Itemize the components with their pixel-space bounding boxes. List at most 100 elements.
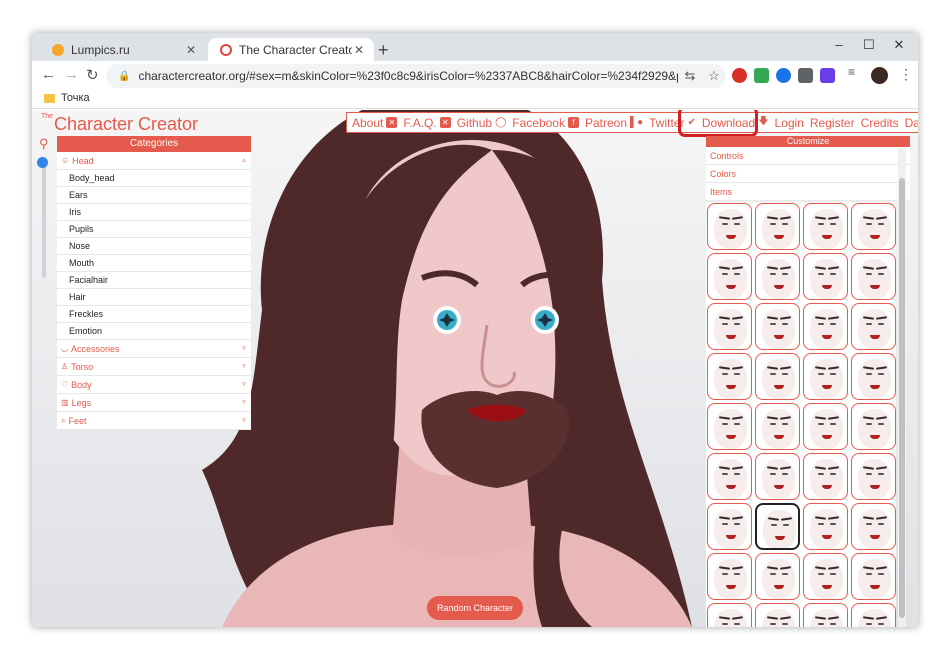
nav-github[interactable]: Github ◯ [454, 116, 510, 130]
nav-dark[interactable]: Dark [902, 116, 918, 130]
emotion-item-thumbnail[interactable] [755, 553, 800, 600]
emotion-item-thumbnail[interactable] [707, 453, 752, 500]
emotion-item-thumbnail[interactable] [707, 203, 752, 250]
nav-about[interactable]: About ✕ [349, 116, 400, 130]
emotion-item-thumbnail[interactable] [707, 603, 752, 627]
head-item-body-head[interactable]: Body_head [57, 170, 251, 187]
site-logo[interactable]: Character Creator [54, 114, 198, 135]
reading-list-icon[interactable]: ≡ [848, 65, 863, 80]
reload-button[interactable]: ↻ [86, 66, 99, 84]
tab-close-icon[interactable]: ✕ [352, 43, 366, 57]
tab-close-icon[interactable]: ✕ [184, 43, 198, 57]
head-item-ears[interactable]: Ears [57, 187, 251, 204]
head-item-hair[interactable]: Hair [57, 289, 251, 306]
emotion-item-thumbnail[interactable] [803, 353, 848, 400]
nav-credits[interactable]: Credits [858, 116, 902, 130]
nav-register[interactable]: Register [807, 116, 858, 130]
emotion-item-thumbnail[interactable] [755, 453, 800, 500]
extension-music-icon[interactable] [754, 68, 769, 83]
emotion-item-thumbnail[interactable] [755, 203, 800, 250]
address-bar[interactable]: 🔒 charactercreator.org/#sex=m&skinColor=… [106, 64, 726, 88]
nav-patreon[interactable]: Patreon ▌● [582, 116, 646, 130]
face-part [762, 209, 795, 249]
emotion-item-thumbnail[interactable] [851, 403, 896, 450]
search-icon[interactable]: ⚲ [39, 136, 49, 152]
emotion-item-thumbnail[interactable] [803, 303, 848, 350]
emotion-item-thumbnail[interactable] [755, 353, 800, 400]
star-icon[interactable]: ☆ [702, 68, 726, 84]
emotion-item-thumbnail[interactable] [851, 553, 896, 600]
face-part [810, 359, 843, 399]
bookmark-tochka[interactable]: Точка [44, 92, 90, 104]
extension-cube-icon[interactable] [798, 68, 813, 83]
profile-avatar[interactable] [871, 67, 888, 84]
maximize-button[interactable]: ☐ [854, 37, 884, 53]
emotion-item-thumbnail[interactable] [803, 203, 848, 250]
category-head[interactable]: ☺ Head ▵ [57, 152, 251, 170]
tab-character-creator[interactable]: The Character Creator - Build visu ✕ [208, 38, 374, 61]
emotion-item-thumbnail[interactable] [851, 253, 896, 300]
customize-colors[interactable]: Colors ▵ [706, 165, 910, 183]
emotion-item-thumbnail[interactable] [707, 403, 752, 450]
zoom-slider-track[interactable] [42, 158, 46, 278]
new-tab-button[interactable]: + [378, 40, 389, 61]
nav-faq[interactable]: F.A.Q. ✕ [400, 116, 453, 130]
head-item-mouth[interactable]: Mouth [57, 255, 251, 272]
face-part [830, 323, 836, 325]
scrollbar-thumb[interactable] [899, 178, 905, 618]
head-item-facialhair[interactable]: Facialhair [57, 272, 251, 289]
emotion-item-thumbnail[interactable] [851, 503, 896, 550]
category-feet[interactable]: ⌕ Feet ▿ [57, 412, 251, 430]
emotion-item-thumbnail[interactable] [851, 203, 896, 250]
emotion-item-thumbnail[interactable] [755, 253, 800, 300]
category-body[interactable]: ♡ Body ▿ [57, 376, 251, 394]
head-item-iris[interactable]: Iris [57, 204, 251, 221]
minimize-button[interactable]: – [824, 37, 854, 52]
close-window-button[interactable]: ✕ [884, 37, 914, 53]
category-legs[interactable]: ▥ Legs ▿ [57, 394, 251, 412]
head-item-emotion[interactable]: Emotion [57, 323, 251, 340]
emotion-item-thumbnail[interactable] [707, 253, 752, 300]
category-accessories[interactable]: ◡ Accessories ▿ [57, 340, 251, 358]
nav-facebook[interactable]: Facebook f [509, 116, 582, 130]
emotion-item-thumbnail[interactable] [755, 403, 800, 450]
face-part [830, 623, 836, 625]
emotion-item-thumbnail[interactable] [803, 503, 848, 550]
emotion-item-thumbnail[interactable] [707, 353, 752, 400]
customize-scrollbar[interactable] [898, 148, 906, 627]
emotion-item-thumbnail[interactable] [707, 553, 752, 600]
emotion-item-thumbnail[interactable] [755, 603, 800, 627]
random-character-button[interactable]: Random Character [427, 596, 523, 620]
head-item-pupils[interactable]: Pupils [57, 221, 251, 238]
emotion-item-thumbnail[interactable] [803, 603, 848, 627]
tab-lumpics[interactable]: Lumpics.ru ✕ [40, 38, 206, 61]
extension-red-icon[interactable] [732, 68, 747, 83]
emotion-item-thumbnail[interactable] [851, 453, 896, 500]
emotion-item-thumbnail[interactable] [755, 303, 800, 350]
emotion-item-thumbnail[interactable] [851, 353, 896, 400]
emotion-item-thumbnail[interactable] [803, 453, 848, 500]
emotion-item-thumbnail[interactable] [851, 603, 896, 627]
emotion-item-thumbnail[interactable] [851, 303, 896, 350]
emotion-item-thumbnail[interactable] [803, 403, 848, 450]
head-item-freckles[interactable]: Freckles [57, 306, 251, 323]
tab-strip: Lumpics.ru ✕ The Character Creator - Bui… [32, 33, 918, 61]
menu-dots-icon[interactable]: ⋮ [899, 66, 913, 83]
head-item-nose[interactable]: Nose [57, 238, 251, 255]
nav-login[interactable]: Login [772, 116, 807, 130]
zoom-slider-handle[interactable] [37, 157, 48, 168]
face-part [810, 209, 843, 249]
category-torso[interactable]: ♙ Torso ▿ [57, 358, 251, 376]
extension-globe-icon[interactable] [776, 68, 791, 83]
back-button[interactable]: ← [41, 66, 56, 83]
customize-items[interactable]: Items ▵ [706, 183, 910, 201]
emotion-item-thumbnail[interactable] [803, 553, 848, 600]
customize-controls[interactable]: Controls ▿ [706, 147, 910, 165]
emotion-item-thumbnail[interactable] [755, 503, 800, 550]
translate-icon[interactable]: ⇆ [678, 68, 702, 84]
extension-purple-icon[interactable] [820, 68, 835, 83]
emotion-item-thumbnail[interactable] [803, 253, 848, 300]
emotion-item-thumbnail[interactable] [707, 503, 752, 550]
forward-button[interactable]: → [64, 66, 79, 83]
emotion-item-thumbnail[interactable] [707, 303, 752, 350]
